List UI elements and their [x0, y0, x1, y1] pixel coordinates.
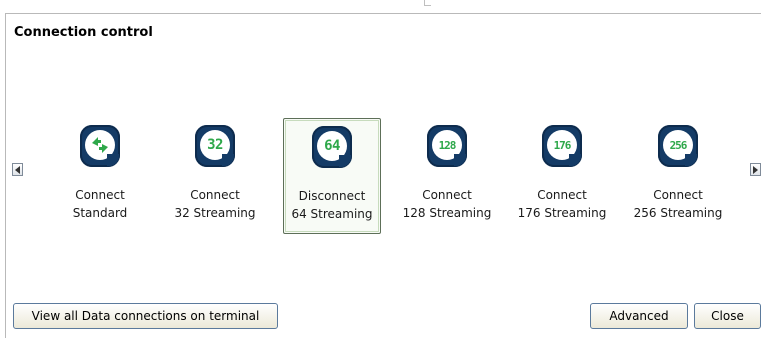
badge-176-icon: 176: [542, 125, 582, 167]
tile-action-label: Connect: [422, 188, 472, 202]
connection-tile-32[interactable]: 32 Connect 32 Streaming: [166, 118, 264, 234]
edge-mark: [424, 0, 431, 6]
scroll-right-button[interactable]: [750, 163, 761, 176]
badge-number: 176: [553, 138, 572, 152]
connection-tile-standard[interactable]: Connect Standard: [51, 118, 149, 234]
tile-action-label: Connect: [75, 188, 125, 202]
badge-128-icon: 128: [427, 125, 467, 167]
tile-type-label: 128 Streaming: [402, 206, 492, 220]
badge-number: 32: [207, 137, 223, 153]
badge-number: 256: [669, 138, 688, 152]
tile-type-label: 256 Streaming: [633, 206, 723, 220]
tile-type-label: 32 Streaming: [174, 206, 256, 220]
tile-type-label: 64 Streaming: [291, 207, 373, 221]
badge-32-icon: 32: [195, 125, 235, 167]
connection-tile-128[interactable]: 128 Connect 128 Streaming: [398, 118, 496, 234]
badge-number: 128: [438, 138, 457, 152]
arrow-right-icon: [753, 165, 758, 174]
tile-action-label: Connect: [190, 188, 240, 202]
badge-number: 64: [324, 138, 340, 154]
connection-tile-64[interactable]: 64 Disconnect 64 Streaming: [283, 118, 381, 234]
tile-action-label: Disconnect: [298, 189, 366, 203]
arrows-icon: [80, 125, 120, 167]
top-strip: [0, 0, 761, 13]
diagonal-arrows-glyph: [92, 137, 108, 153]
connection-tile-176[interactable]: 176 Connect 176 Streaming: [513, 118, 611, 234]
tile-type-label: Standard: [72, 206, 128, 220]
connection-control-window: Connection control Connect Standard 32 C…: [0, 0, 761, 338]
connection-tile-256[interactable]: 256 Connect 256 Streaming: [629, 118, 727, 234]
badge-256-icon: 256: [658, 125, 698, 167]
tile-action-label: Connect: [653, 188, 703, 202]
arrow-left-icon: [15, 165, 20, 174]
badge-64-icon: 64: [312, 126, 352, 168]
panel-title: Connection control: [14, 25, 153, 40]
advanced-button[interactable]: Advanced: [590, 303, 688, 329]
view-all-connections-button[interactable]: View all Data connections on terminal: [13, 303, 278, 329]
scroll-left-button[interactable]: [12, 163, 23, 176]
close-button[interactable]: Close: [694, 303, 761, 329]
tile-type-label: 176 Streaming: [517, 206, 607, 220]
tile-action-label: Connect: [537, 188, 587, 202]
